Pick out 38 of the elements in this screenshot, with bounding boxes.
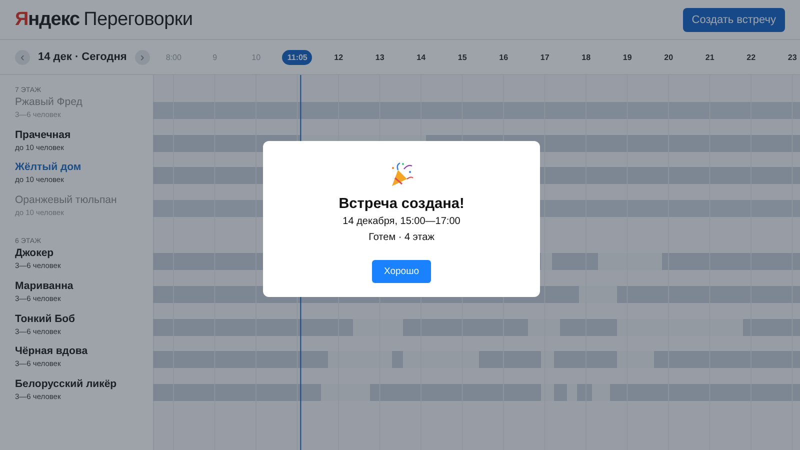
room-name[interactable]: Тонкий Боб: [15, 312, 153, 326]
hour-label: 19: [622, 52, 632, 62]
hour-label: 15: [458, 52, 467, 62]
hour-label: 18: [582, 52, 591, 62]
hour-label: 17: [540, 52, 550, 62]
logo-product-name: Переговорки: [84, 8, 193, 30]
ok-button[interactable]: Хорошо: [372, 260, 431, 283]
current-date: 14 дек · Сегодня: [38, 51, 127, 63]
hour-label: 9: [212, 52, 218, 62]
room-schedule-bar[interactable]: [153, 351, 800, 368]
current-time-badge: 11:05: [282, 50, 312, 64]
room-name[interactable]: Джокер: [15, 247, 153, 260]
meeting-details: 14 декабря, 15:00—17:00: [342, 216, 460, 228]
next-day-button[interactable]: ›: [134, 50, 150, 64]
hour-label: 14: [416, 52, 426, 62]
room-name[interactable]: Белорусский ликёр: [15, 378, 153, 391]
logo-brand: Яндекс: [15, 8, 80, 30]
room-schedule-bar[interactable]: [153, 318, 800, 336]
party-popper-icon: [390, 161, 414, 187]
hour-label: 8:00: [166, 52, 182, 62]
dialog-title: Встреча создана!: [338, 196, 464, 212]
hour-label: 23: [788, 52, 797, 62]
create-meeting-button[interactable]: Создать встречу: [682, 8, 785, 32]
room-name[interactable]: Мариванна: [15, 280, 153, 293]
hour-label: 22: [746, 52, 756, 62]
hour-label: 16: [499, 52, 508, 62]
room-schedule-bar[interactable]: [153, 384, 800, 401]
hour-label: 21: [705, 52, 714, 62]
previous-day-button[interactable]: ‹: [15, 50, 30, 64]
hour-label: 10: [252, 52, 261, 62]
room-name[interactable]: Чёрная вдова: [15, 345, 153, 358]
room-name[interactable]: Жёлтый дом: [15, 161, 153, 174]
room-schedule-bar[interactable]: [153, 102, 800, 119]
room-name[interactable]: Прачечная: [15, 128, 153, 142]
hour-label: 12: [334, 52, 344, 62]
hour-label: 13: [375, 52, 384, 62]
meeting-details: Готем · 4 этаж: [368, 232, 434, 244]
hour-label: 20: [664, 52, 674, 62]
